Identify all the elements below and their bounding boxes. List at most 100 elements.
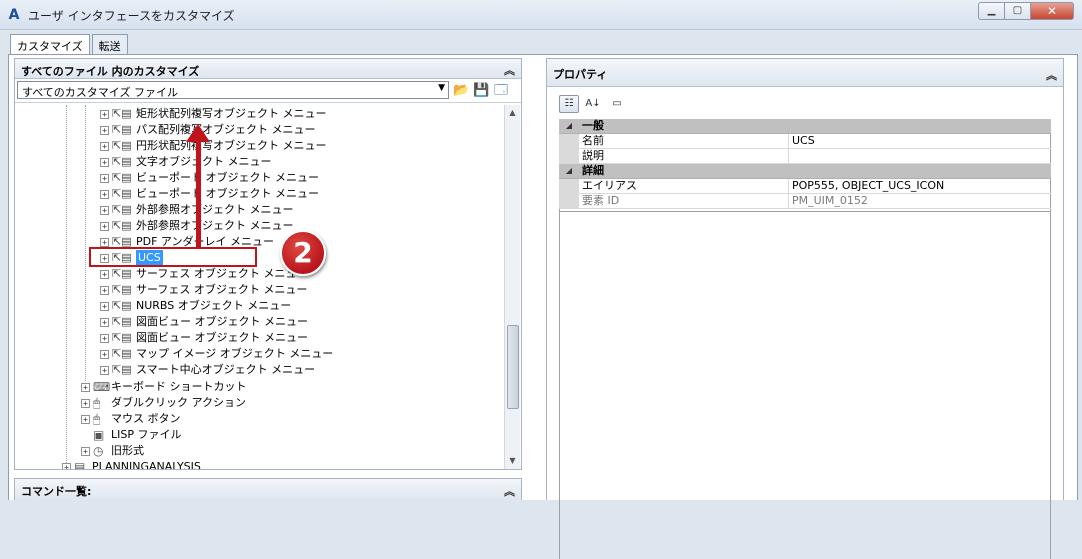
- tree-item-label: 図面ビュー オブジェクト メニュー: [136, 331, 308, 344]
- expand-icon[interactable]: +: [100, 237, 109, 247]
- tree-item[interactable]: + ⇱▤ 図面ビュー オブジェクト メニュー: [100, 330, 308, 346]
- autocad-logo-icon: A: [8, 7, 20, 23]
- expand-icon[interactable]: +: [100, 285, 109, 295]
- collapse-icon[interactable]: ︽: [504, 62, 515, 78]
- tab-transfer[interactable]: 転送: [91, 34, 128, 54]
- tree-item-label: 外部参照オブジェクト メニュー: [136, 219, 294, 232]
- maximize-button[interactable]: ▢: [1004, 2, 1030, 20]
- tree-item-label: 矩形状配列複写オブジェクト メニュー: [136, 107, 327, 120]
- command-list-title: コマンド一覧:: [21, 485, 92, 498]
- mouse-icon: 🖱: [93, 412, 101, 426]
- close-button[interactable]: ✕: [1030, 2, 1074, 20]
- tree-item-double-click[interactable]: + 🖱 ダブルクリック アクション: [81, 395, 246, 411]
- scroll-up-icon[interactable]: ▲: [505, 105, 520, 121]
- expand-icon[interactable]: +: [100, 141, 109, 151]
- lisp-file-icon: ▣: [93, 428, 105, 442]
- tree-item[interactable]: + ⇱▤ NURBS オブジェクト メニュー: [100, 298, 291, 314]
- expand-icon[interactable]: +: [100, 109, 109, 119]
- expand-icon[interactable]: +: [100, 269, 109, 279]
- tree-item-label: 旧形式: [111, 444, 144, 457]
- scroll-thumb[interactable]: [507, 325, 519, 409]
- property-name: 説明: [579, 149, 789, 163]
- tree-item-label: ダブルクリック アクション: [111, 396, 246, 409]
- tree-item-label: マウス ボタン: [111, 412, 181, 425]
- customization-file-select[interactable]: すべてのカスタマイズ ファイル ▼: [17, 81, 449, 99]
- tree-item-lisp-files[interactable]: ▣ LISP ファイル: [93, 427, 182, 443]
- shortcut-menu-icon: ⇱▤: [112, 267, 132, 280]
- minimize-button[interactable]: ▁: [978, 2, 1004, 20]
- tree-item-label: サーフェス オブジェクト メニュー: [136, 283, 308, 296]
- customization-file-select-value: すべてのカスタマイズ ファイル: [22, 86, 178, 99]
- shortcut-menu-icon: ⇱▤: [112, 139, 132, 152]
- expand-icon[interactable]: +: [100, 125, 109, 135]
- expand-icon[interactable]: +: [100, 301, 109, 311]
- expand-icon[interactable]: +: [100, 189, 109, 199]
- tree-item[interactable]: + ⇱▤ スマート中心オブジェクト メニュー: [100, 362, 315, 378]
- keyboard-icon: ⌨: [93, 380, 111, 394]
- tree-item[interactable]: + ⇱▤ マップ イメージ オブジェクト メニュー: [100, 346, 333, 362]
- category-spacer: [789, 119, 1051, 133]
- property-category-advanced[interactable]: ◢ 詳細: [559, 164, 1051, 179]
- expand-icon[interactable]: +: [81, 446, 90, 456]
- row-gutter: [559, 179, 579, 193]
- expand-icon[interactable]: +: [100, 221, 109, 231]
- properties-toolbar: ☷ A↓ ▭: [559, 95, 627, 113]
- shortcut-menu-icon: ⇱▤: [112, 315, 132, 328]
- tree-item[interactable]: + ⇱▤ 文字オブジェクト メニュー: [100, 154, 272, 170]
- property-category-general[interactable]: ◢ 一般: [559, 119, 1051, 134]
- collapse-icon[interactable]: ︽: [1046, 67, 1057, 83]
- expand-icon[interactable]: +: [100, 349, 109, 359]
- property-row[interactable]: 説明: [559, 149, 1051, 164]
- shortcut-menu-icon: ⇱▤: [112, 123, 132, 136]
- tree-item-label: キーボード ショートカット: [111, 380, 247, 393]
- tree-item[interactable]: + ⇱▤ サーフェス オブジェクト メニュー: [100, 266, 307, 282]
- expand-icon[interactable]: +: [81, 398, 90, 408]
- annotation-arrow-icon: [186, 124, 210, 142]
- tree-item-legacy[interactable]: + ◷ 旧形式: [81, 443, 144, 459]
- tree-item[interactable]: + ⇱▤ 円形状配列複写オブジェクト メニュー: [100, 138, 327, 154]
- save-icon[interactable]: 💾: [473, 83, 489, 99]
- expand-icon[interactable]: +: [81, 414, 90, 424]
- tree-item[interactable]: + ⇱▤ ビューポート オブジェクト メニュー: [100, 186, 319, 202]
- categorized-view-icon[interactable]: ☷: [559, 95, 579, 113]
- scroll-down-icon[interactable]: ▼: [505, 453, 520, 469]
- tree-item[interactable]: + ⇱▤ 図面ビュー オブジェクト メニュー: [100, 314, 308, 330]
- property-value[interactable]: POP555, OBJECT_UCS_ICON: [789, 179, 1051, 193]
- collapse-triangle-icon[interactable]: ◢: [559, 164, 579, 178]
- expand-icon[interactable]: +: [62, 462, 71, 469]
- expand-icon[interactable]: +: [81, 382, 90, 392]
- tree-item[interactable]: + ⇱▤ サーフェス オブジェクト メニュー: [100, 282, 307, 298]
- tree-item-keyboard-shortcuts[interactable]: + ⌨ キーボード ショートカット: [81, 379, 247, 395]
- property-value[interactable]: UCS: [789, 134, 1051, 148]
- expand-panel-icon[interactable]: ︽: [504, 483, 515, 499]
- property-grid: ◢ 一般 名前 UCS 説明 ◢ 詳細 エイリアス POP555, OBJECT…: [559, 119, 1051, 209]
- open-file-icon[interactable]: 📂: [453, 83, 469, 99]
- tree-item[interactable]: + ⇱▤ ビューポート オブジェクト メニュー: [100, 170, 319, 186]
- category-spacer: [789, 164, 1051, 178]
- mouse-icon: 🖱: [93, 396, 101, 410]
- property-row[interactable]: 名前 UCS: [559, 134, 1051, 149]
- expand-icon[interactable]: +: [100, 365, 109, 375]
- window-title: ユーザ インタフェースをカスタマイズ: [28, 9, 235, 23]
- expand-icon[interactable]: +: [100, 205, 109, 215]
- alphabetical-sort-icon[interactable]: A↓: [583, 95, 603, 113]
- dropdown-arrow-icon: ▼: [438, 83, 445, 93]
- tree-scrollbar[interactable]: ▲ ▼: [504, 105, 520, 469]
- shortcut-menu-icon: ⇱▤: [112, 219, 132, 232]
- tree-item[interactable]: + ⇱▤ 矩形状配列複写オブジェクト メニュー: [100, 106, 327, 122]
- tree-item-label: パス配列複写オブジェクト メニュー: [136, 123, 316, 136]
- customize-files-icon[interactable]: 🗔: [493, 83, 509, 99]
- tree-item-mouse-buttons[interactable]: + 🖱 マウス ボタン: [81, 411, 181, 427]
- expand-icon[interactable]: +: [100, 317, 109, 327]
- property-row[interactable]: エイリアス POP555, OBJECT_UCS_ICON: [559, 179, 1051, 194]
- property-value[interactable]: [789, 149, 1051, 163]
- cui-file-icon: ▤: [74, 460, 86, 469]
- tab-customize[interactable]: カスタマイズ: [10, 34, 90, 55]
- expand-icon[interactable]: +: [100, 333, 109, 343]
- property-pages-icon[interactable]: ▭: [607, 95, 627, 113]
- expand-icon[interactable]: +: [100, 157, 109, 167]
- expand-icon[interactable]: +: [100, 173, 109, 183]
- customizations-panel-header: すべてのファイル 内のカスタマイズ ︽: [15, 59, 521, 79]
- tree-item-planninganalysis[interactable]: + ▤ PLANNINGANALYSIS: [62, 459, 201, 469]
- collapse-triangle-icon[interactable]: ◢: [559, 119, 579, 133]
